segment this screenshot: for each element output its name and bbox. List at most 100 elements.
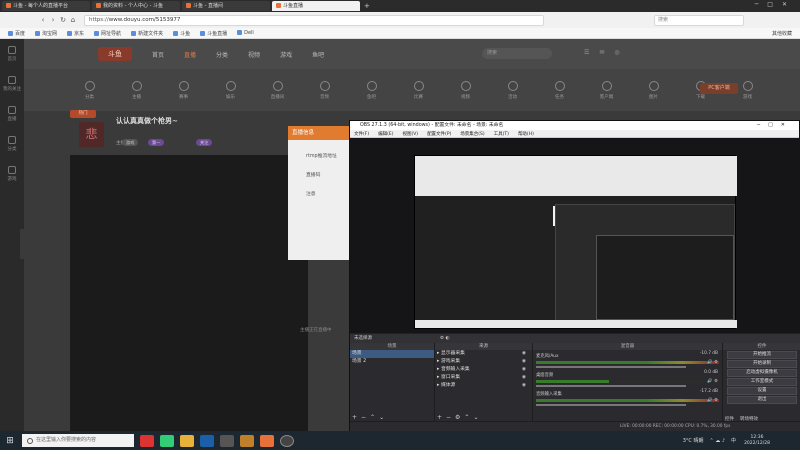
visibility-eye-icon[interactable]: ◉ [522, 366, 526, 374]
bookmark-item[interactable]: 新建文件夹 [131, 30, 163, 37]
taskbar-app-icon[interactable] [240, 434, 254, 447]
obs-menu-item[interactable]: 文件(F) [354, 131, 369, 137]
source-item[interactable]: ▸ 显示器采集 ◉ [435, 350, 532, 358]
bookmark-item[interactable]: 斗鱼直播 [200, 30, 227, 37]
category-icon-item[interactable]: 音频 [301, 80, 348, 100]
taskbar-app-icon[interactable] [260, 434, 274, 447]
speaker-icon[interactable]: 🔊 ⚙ [707, 379, 718, 384]
category-icon-item[interactable]: 娱乐 [207, 80, 254, 100]
address-bar[interactable]: https://www.douyu.com/5153977 [84, 14, 544, 26]
category-icon-item[interactable]: 客户端 [583, 80, 630, 100]
browser-search-input[interactable]: 搜索 [654, 14, 744, 26]
volume-slider[interactable] [536, 366, 686, 368]
visibility-eye-icon[interactable]: ◉ [522, 374, 526, 382]
window-controls[interactable]: ─□✕ [755, 1, 796, 8]
source-item[interactable]: ▸ 媒体源 ◉ [435, 382, 532, 390]
bookmark-item[interactable]: 百度 [8, 30, 25, 37]
visibility-eye-icon[interactable]: ◉ [522, 350, 526, 358]
obs-window-controls[interactable]: ─□✕ [757, 121, 793, 130]
scene-add-remove-icons[interactable]: +−⌃⌄ [352, 414, 388, 421]
sidebar-item[interactable]: 首页 [0, 39, 24, 69]
control-button-4[interactable]: 设置 [727, 387, 797, 395]
sidebar-item[interactable]: 游戏 [0, 159, 24, 189]
windows-start-icon[interactable]: ⊞ [0, 436, 20, 446]
taskbar-app-icon[interactable] [140, 434, 154, 447]
taskbar-app-icon[interactable] [160, 434, 174, 447]
site-nav-5[interactable]: 鱼吧 [312, 50, 324, 59]
streamer-avatar[interactable]: 悲 [79, 122, 104, 147]
bookmark-item[interactable]: 斗鱼 [173, 30, 190, 37]
obs-menu-item[interactable]: 场景集合(S) [460, 131, 484, 137]
category-icon-item[interactable]: 分类 [66, 80, 113, 100]
category-icon-item[interactable]: 任务 [536, 80, 583, 100]
scene-item[interactable]: 场景 [350, 350, 434, 358]
taskbar-app-icon[interactable] [220, 434, 234, 447]
control-button-1[interactable]: 开始录制 [727, 360, 797, 368]
network-icon[interactable]: ⌃ ☁ ♪ [709, 438, 725, 444]
source-add-remove-icons[interactable]: +−⚙⌃⌄ [437, 414, 483, 421]
category-icon-item[interactable]: 主播 [113, 80, 160, 100]
other-bookmarks[interactable]: 其他收藏 [772, 30, 792, 37]
category-icon-item[interactable]: 直播间 [254, 80, 301, 100]
source-item[interactable]: ▸ 游戏采集 ◉ [435, 358, 532, 366]
pc-client-button[interactable]: PC客户端 [700, 83, 738, 94]
site-search-input[interactable]: 搜索 [482, 48, 552, 59]
site-nav-1[interactable]: 直播 [184, 50, 196, 59]
sidebar-item[interactable]: 分类 [0, 129, 24, 159]
sidebar-item[interactable]: 我的关注 [0, 69, 24, 99]
forward-icon[interactable]: › [48, 16, 58, 24]
site-nav-4[interactable]: 游戏 [280, 50, 292, 59]
video-player[interactable] [70, 155, 308, 431]
reload-icon[interactable]: ↻ [58, 16, 68, 24]
visibility-eye-icon[interactable]: ◉ [522, 358, 526, 366]
site-logo[interactable]: 斗鱼 [98, 47, 132, 61]
room-tag[interactable]: 第一 [148, 139, 165, 146]
category-icon-item[interactable]: 视频 [442, 80, 489, 100]
category-icon-item[interactable]: 活动 [489, 80, 536, 100]
category-icon-item[interactable]: 图片 [630, 80, 677, 100]
bookmark-item[interactable]: 京东 [67, 30, 84, 37]
taskbar-app-icon[interactable] [280, 434, 294, 447]
obs-menu-item[interactable]: 视图(V) [402, 131, 418, 137]
site-nav-3[interactable]: 视频 [248, 50, 260, 59]
bookmark-item[interactable]: Dell [237, 30, 254, 36]
browser-tab-4[interactable]: 斗鱼直播 [272, 1, 360, 11]
bookmark-item[interactable]: 网址导航 [94, 30, 121, 37]
obs-menu-item[interactable]: 配置文件(P) [427, 131, 451, 137]
ime-indicator[interactable]: 中 [731, 437, 736, 444]
source-item[interactable]: ▸ 窗口采集 ◉ [435, 374, 532, 382]
volume-slider[interactable] [536, 385, 686, 387]
back-icon[interactable]: ‹ [38, 16, 48, 24]
taskbar-search-input[interactable]: 在这里输入你要搜索的内容 [22, 434, 134, 447]
obs-menu-item[interactable]: 帮助(H) [518, 131, 534, 137]
home-icon[interactable]: ⌂ [68, 16, 78, 24]
control-button-0[interactable]: 开始推流 [727, 351, 797, 359]
site-nav-2[interactable]: 分类 [216, 50, 228, 59]
speaker-icon[interactable]: 🔊 ⚙ [707, 360, 718, 365]
control-button-3[interactable]: 工作室模式 [727, 378, 797, 386]
sidebar-item[interactable]: 直播 [0, 99, 24, 129]
bookmark-item[interactable]: 淘宝网 [35, 30, 57, 37]
taskbar-app-icon[interactable] [180, 434, 194, 447]
category-icon-item[interactable]: 赛事 [160, 80, 207, 100]
new-tab-icon[interactable]: + [364, 2, 370, 10]
weather-label[interactable]: 3°C 晴朗 [683, 437, 704, 444]
obs-menu-item[interactable]: 编辑(E) [378, 131, 393, 137]
site-nav-0[interactable]: 首页 [152, 50, 164, 59]
control-button-2[interactable]: 启动虚拟摄像机 [727, 369, 797, 377]
obs-preview[interactable] [350, 138, 800, 333]
room-tag[interactable]: 游戏 [122, 139, 139, 146]
volume-slider[interactable] [536, 404, 686, 406]
room-tag[interactable]: 关注 [196, 139, 213, 146]
speaker-icon[interactable]: 🔊 ⚙ [707, 398, 718, 403]
browser-tab-1[interactable]: 斗鱼 - 每个人的直播平台 [2, 1, 90, 11]
browser-tab-3[interactable]: 斗鱼 - 直播间 [182, 1, 270, 11]
browser-tab-2[interactable]: 我的资料 - 个人中心 - 斗鱼 [92, 1, 180, 11]
visibility-eye-icon[interactable]: ◉ [522, 382, 526, 390]
clock[interactable]: 12:36 2022/12/28 [744, 435, 770, 447]
category-icon-item[interactable]: 比赛 [395, 80, 442, 100]
control-button-5[interactable]: 退出 [727, 396, 797, 404]
taskbar-app-icon[interactable] [200, 434, 214, 447]
category-icon-item[interactable]: 鱼吧 [348, 80, 395, 100]
scene-item[interactable]: 场景 2 [350, 358, 434, 366]
